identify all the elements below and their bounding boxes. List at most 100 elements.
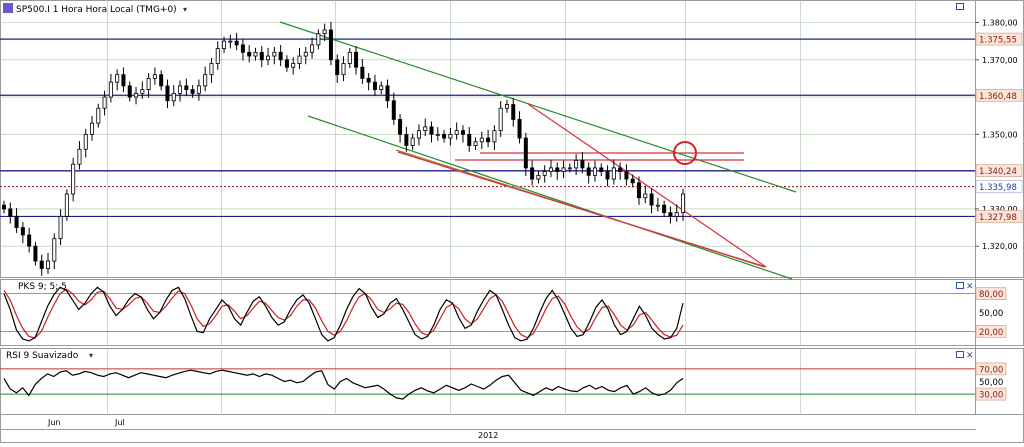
candle (473, 137, 478, 150)
candle (140, 81, 145, 99)
candle (184, 78, 189, 96)
candle (228, 34, 233, 49)
y-tick-label: 1.380,00 (982, 19, 1018, 28)
grid (0, 0, 975, 415)
candle (454, 122, 459, 140)
candle (416, 124, 421, 146)
candle (203, 66, 208, 92)
candle (555, 162, 560, 180)
candle (574, 154, 579, 176)
level-label: 1.375,55 (979, 36, 1017, 46)
indicator-tick-label: 30,00 (979, 391, 1003, 401)
candle (102, 90, 107, 116)
candle (165, 79, 170, 109)
candle (190, 85, 195, 98)
main-maximize-button[interactable] (956, 3, 964, 10)
red-diagonal-line (527, 103, 767, 268)
rsi-dropdown-icon[interactable]: ▾ (89, 351, 93, 360)
candle (435, 127, 440, 141)
candle (398, 114, 403, 143)
pks-lines (3, 286, 684, 342)
y-tick-label: 1.370,00 (982, 56, 1018, 65)
candle (39, 254, 44, 276)
indicator-tick-label: 80,00 (979, 290, 1003, 300)
candle (467, 127, 472, 152)
candle (423, 118, 428, 137)
indicator-tick-label: 20,00 (979, 328, 1003, 338)
candle (96, 103, 101, 128)
candle (303, 46, 308, 65)
candle (442, 129, 447, 143)
candle (548, 159, 553, 178)
candle (517, 111, 522, 144)
indicator-tick-label: 50,00 (979, 378, 1003, 388)
pks-title[interactable]: PKS 9; 5; 5 (18, 282, 67, 292)
candle (196, 79, 201, 101)
pks-panel-frame (0, 279, 1024, 346)
candle (108, 73, 113, 103)
indicator-reference-lines (0, 293, 975, 395)
candle (429, 121, 434, 143)
horizontal-levels (0, 38, 975, 218)
candle (209, 58, 214, 83)
upper-green-channel-line (279, 21, 797, 193)
candle (492, 125, 497, 150)
candle (272, 46, 277, 65)
candle (152, 67, 157, 85)
chart-title[interactable]: SP500.I 1 Hora Hora Local (TMG+0) (16, 5, 177, 15)
candle (58, 209, 63, 246)
level-label: 1.340,24 (979, 167, 1017, 177)
candle (354, 45, 359, 75)
level-label: 1.327,98 (979, 213, 1017, 223)
candle (448, 128, 453, 146)
rsi-panel-frame (0, 348, 1024, 415)
candle (530, 160, 535, 186)
x-tick-jul: Jul (114, 418, 125, 427)
main-panel-frame (0, 0, 1024, 278)
rsi-maximize-button[interactable] (956, 351, 964, 358)
candle (599, 163, 604, 177)
pks-maximize-button[interactable] (956, 282, 964, 289)
candle (649, 188, 654, 214)
y-tick-label: 1.320,00 (982, 242, 1018, 251)
candle (523, 132, 528, 177)
candle (297, 47, 302, 69)
candle (586, 162, 591, 184)
candle (561, 160, 566, 178)
indicator-tick-label: 50,00 (979, 309, 1003, 319)
pks-main-line (3, 286, 684, 342)
candle (64, 189, 69, 221)
candle (134, 86, 139, 105)
title-dropdown-icon[interactable]: ▾ (183, 5, 187, 14)
candle (328, 21, 333, 66)
candle (360, 59, 365, 84)
time-axis-frame (0, 414, 1024, 443)
rsi-lines (3, 369, 684, 400)
candle (259, 45, 264, 68)
symbol-icon (3, 3, 13, 13)
candle (33, 241, 38, 266)
candle (605, 165, 610, 187)
candle (46, 252, 51, 274)
candle (536, 170, 541, 184)
candle (253, 47, 258, 61)
current-price-label: 1.335,98 (979, 183, 1017, 193)
candle (504, 100, 509, 113)
candle (655, 197, 660, 212)
pks-close-icon[interactable]: ✕ (966, 282, 974, 292)
candle (52, 233, 57, 270)
candle (379, 81, 384, 95)
candle (347, 47, 352, 68)
candle (115, 69, 120, 91)
candle (662, 200, 667, 218)
indicator-tick-label: 70,00 (979, 365, 1003, 375)
candle (178, 80, 183, 102)
candle (90, 115, 95, 141)
level-label: 1.360,48 (979, 92, 1017, 102)
rsi-title[interactable]: RSI 9 Suavizado (6, 351, 79, 361)
rsi-close-icon[interactable]: ✕ (966, 351, 974, 361)
x-tick-jun: Jun (47, 418, 61, 427)
candle (278, 45, 283, 67)
y-tick-label: 1.350,00 (982, 130, 1018, 139)
candle (498, 100, 503, 137)
